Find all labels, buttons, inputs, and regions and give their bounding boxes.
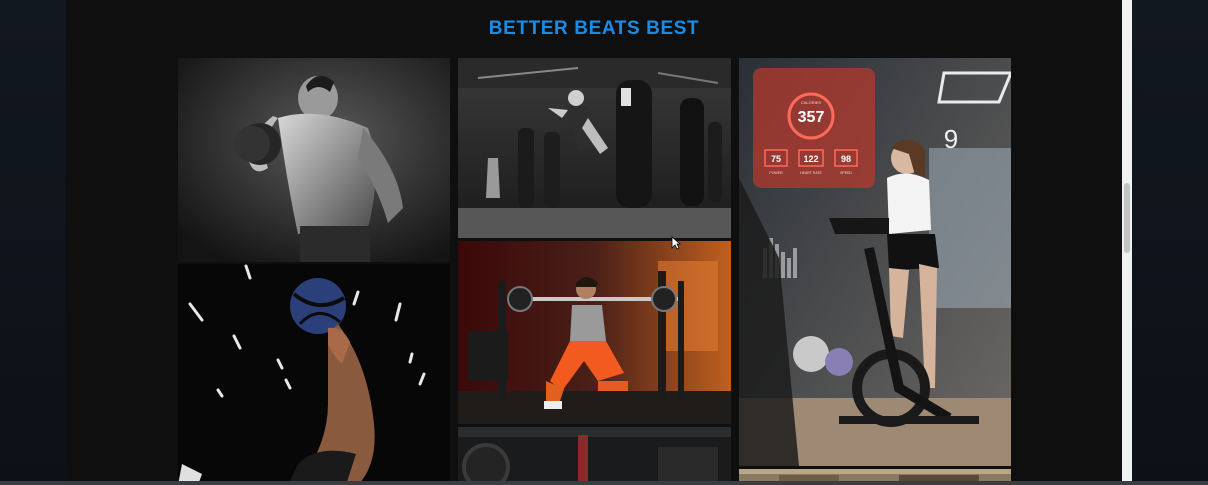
barbell-lunge-photo[interactable]: [458, 241, 731, 424]
hud-calories: 357: [798, 109, 825, 126]
boxing-gym-photo[interactable]: [458, 58, 731, 238]
gym-interior-photo[interactable]: [458, 427, 731, 485]
hud-calories-label: CALORIES: [801, 100, 822, 105]
hud-stat-heart-rate-label: HEART RATE: [800, 171, 822, 175]
mouse-cursor-icon: [671, 236, 681, 250]
hud-sign-number: 9: [944, 124, 958, 154]
outer-background-left: [0, 0, 66, 485]
medicine-ball-photo[interactable]: [178, 264, 450, 485]
bodybuilder-dumbbell-photo[interactable]: [178, 58, 450, 262]
hud-stat-power-label: POWER: [769, 171, 783, 175]
spin-bike-photo[interactable]: 357 CALORIES 75 122 98 POWER HEART RATE …: [739, 58, 1011, 466]
page-scrollbar[interactable]: [1122, 0, 1132, 485]
hud-stat-heart-rate: 122: [803, 154, 818, 164]
bottom-border: [0, 481, 1208, 485]
hud-stat-power: 75: [771, 154, 781, 164]
scrollbar-thumb[interactable]: [1124, 183, 1130, 253]
hud-stat-speed: 98: [841, 154, 851, 164]
hud-stat-speed-label: SPEED: [840, 171, 852, 175]
section-heading: BETTER BEATS BEST: [488, 18, 700, 39]
outer-background-right: [1132, 0, 1208, 485]
